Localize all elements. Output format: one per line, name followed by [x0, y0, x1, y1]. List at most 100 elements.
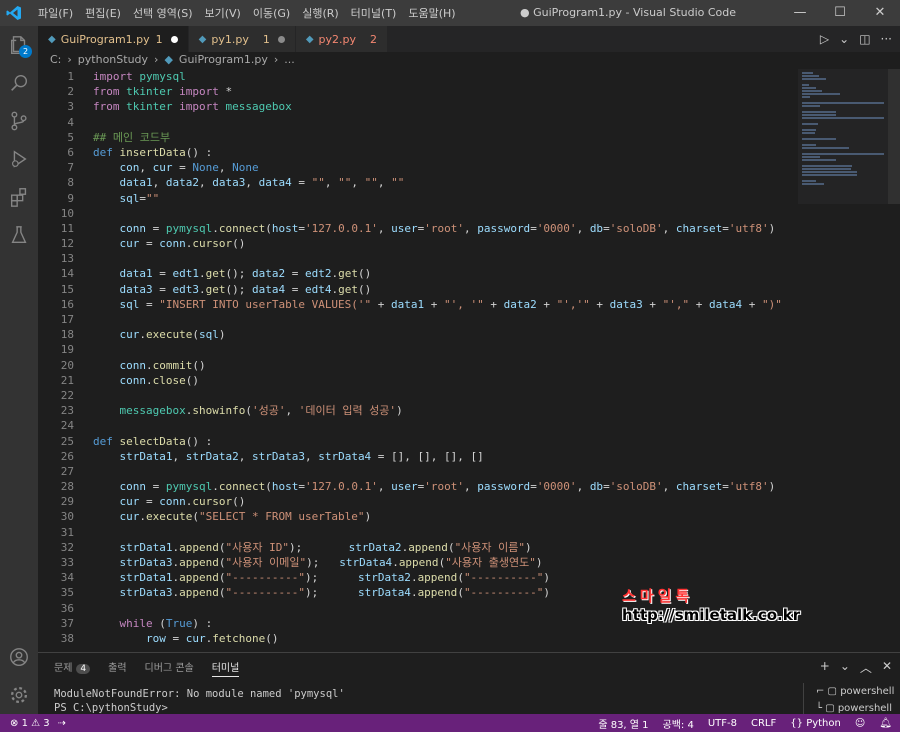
- close-panel-icon[interactable]: ✕: [882, 659, 892, 676]
- explorer-button[interactable]: 2: [0, 26, 38, 64]
- code-line[interactable]: 20 conn.commit(): [38, 358, 798, 373]
- menu-terminal[interactable]: 터미널(T): [345, 5, 403, 21]
- tab-problems[interactable]: 문제 4: [54, 659, 91, 677]
- scrollbar-thumb[interactable]: [888, 69, 900, 204]
- indentation[interactable]: 공백: 4: [663, 716, 694, 731]
- breadcrumb-symbol[interactable]: ...: [284, 53, 295, 66]
- run-icon[interactable]: ▷: [820, 32, 829, 46]
- code-line[interactable]: 15 data3 = edt3.get(); data4 = edt4.get(…: [38, 282, 798, 297]
- code-line[interactable]: 34 strData1.append("----------"); strDat…: [38, 570, 798, 585]
- breadcrumb-drive[interactable]: C:: [50, 53, 61, 66]
- code-line[interactable]: 8 data1, data2, data3, data4 = "", "", "…: [38, 175, 798, 190]
- source-control-button[interactable]: [0, 102, 38, 140]
- minimize-icon[interactable]: —: [780, 0, 820, 26]
- end-of-line[interactable]: CRLF: [751, 718, 776, 729]
- code-line[interactable]: 16 sql = "INSERT INTO userTable VALUES('…: [38, 297, 798, 312]
- split-editor-icon[interactable]: ◫: [859, 32, 870, 46]
- terminal-output[interactable]: ModuleNotFoundError: No module named 'py…: [54, 687, 345, 715]
- terminal-instance[interactable]: ⌐ ▢ powershell: [816, 683, 900, 700]
- code-line[interactable]: 32 strData1.append("사용자 ID"); strData2.a…: [38, 540, 798, 555]
- problems-status[interactable]: ⊗ 1 ⚠ 3: [10, 718, 50, 729]
- code-line[interactable]: 9 sql="": [38, 191, 798, 206]
- language-mode[interactable]: {} Python: [790, 718, 841, 729]
- code-line[interactable]: 14 data1 = edt1.get(); data2 = edt2.get(…: [38, 266, 798, 281]
- code-line[interactable]: 21 conn.close(): [38, 373, 798, 388]
- code-line[interactable]: 27: [38, 464, 798, 479]
- encoding[interactable]: UTF-8: [708, 718, 737, 729]
- tab-debug-console[interactable]: 디버그 콘솔: [145, 659, 194, 677]
- minimap-line: [802, 117, 884, 119]
- minimap-line: [802, 114, 836, 116]
- code-line[interactable]: 30 cur.execute("SELECT * FROM userTable"…: [38, 509, 798, 524]
- code-line[interactable]: 12 cur = conn.cursor(): [38, 236, 798, 251]
- live-share-icon[interactable]: ⇢: [58, 718, 66, 729]
- line-text: from tkinter import messagebox: [93, 100, 292, 114]
- line-number: 12: [60, 237, 74, 251]
- code-line[interactable]: 10: [38, 206, 798, 221]
- code-line[interactable]: 5 ## 메인 코드부: [38, 130, 798, 145]
- testing-button[interactable]: [0, 216, 38, 254]
- code-line[interactable]: 29 cur = conn.cursor(): [38, 494, 798, 509]
- code-line[interactable]: 4: [38, 115, 798, 130]
- code-line[interactable]: 18 cur.execute(sql): [38, 327, 798, 342]
- code-line[interactable]: 22: [38, 388, 798, 403]
- maximize-panel-icon[interactable]: ︿: [860, 659, 872, 676]
- code-line[interactable]: 19: [38, 342, 798, 357]
- code-line[interactable]: 23 messagebox.showinfo('성공', '데이터 입력 성공'…: [38, 403, 798, 418]
- tab-terminal[interactable]: 터미널: [211, 659, 240, 677]
- notifications-icon[interactable]: 🔔︎: [879, 718, 892, 729]
- tab-output[interactable]: 출력: [108, 659, 126, 677]
- code-line[interactable]: 1 import pymysql: [38, 69, 798, 84]
- code-line[interactable]: 17: [38, 312, 798, 327]
- unsaved-dot-icon[interactable]: [170, 35, 178, 43]
- tab-guiprogram1[interactable]: ◆ GuiProgram1.py 1: [38, 26, 189, 52]
- manage-button[interactable]: [0, 676, 38, 714]
- code-line[interactable]: 33 strData3.append("사용자 이메일"); strData4.…: [38, 555, 798, 570]
- tab-py1[interactable]: ◆ py1.py 1: [188, 26, 296, 52]
- code-editor[interactable]: 1 import pymysql 2 from tkinter import * 3 fr…: [38, 69, 798, 652]
- menu-help[interactable]: 도움말(H): [402, 5, 461, 21]
- extensions-button[interactable]: [0, 178, 38, 216]
- chevron-down-icon[interactable]: ⌄: [839, 32, 849, 46]
- breadcrumb-folder[interactable]: pythonStudy: [78, 53, 148, 66]
- code-line[interactable]: 6 def insertData() :: [38, 145, 798, 160]
- feedback-icon[interactable]: ☺: [855, 718, 865, 729]
- close-icon[interactable]: ✕: [860, 0, 900, 26]
- menu-view[interactable]: 보기(V): [198, 5, 246, 21]
- line-text: cur.execute(sql): [119, 328, 226, 342]
- code-line[interactable]: 11 conn = pymysql.connect(host='127.0.0.…: [38, 221, 798, 236]
- line-number: 38: [60, 631, 74, 645]
- menu-file[interactable]: 파일(F): [32, 5, 79, 21]
- search-button[interactable]: [0, 64, 38, 102]
- code-line[interactable]: 13: [38, 251, 798, 266]
- tab-py2[interactable]: ◆ py2.py 2: [295, 26, 389, 52]
- flask-icon: [11, 226, 27, 244]
- breadcrumb-file[interactable]: GuiProgram1.py: [179, 53, 268, 66]
- code-line[interactable]: 24: [38, 418, 798, 433]
- code-line[interactable]: 7 con, cur = None, None: [38, 160, 798, 175]
- line-text: conn.commit(): [119, 358, 206, 372]
- menu-edit[interactable]: 편집(E): [79, 5, 127, 21]
- code-line[interactable]: 2 from tkinter import *: [38, 84, 798, 99]
- minimap[interactable]: [798, 69, 888, 204]
- line-text: cur.execute("SELECT * FROM userTable"): [119, 510, 372, 524]
- new-terminal-icon[interactable]: +: [820, 659, 830, 676]
- menu-go[interactable]: 이동(G): [247, 5, 296, 21]
- code-line[interactable]: 25 def selectData() :: [38, 434, 798, 449]
- run-debug-button[interactable]: [0, 140, 38, 178]
- cursor-position[interactable]: 줄 83, 열 1: [598, 716, 648, 731]
- unsaved-dot-icon[interactable]: [277, 35, 285, 43]
- warning-count: 3: [43, 717, 50, 729]
- chevron-down-icon[interactable]: ⌄: [840, 659, 850, 676]
- more-actions-icon[interactable]: ···: [881, 32, 892, 46]
- code-line[interactable]: 3 from tkinter import messagebox: [38, 99, 798, 114]
- line-number: 35: [60, 586, 74, 600]
- code-line[interactable]: 38 row = cur.fetchone(): [38, 631, 798, 646]
- code-line[interactable]: 26 strData1, strData2, strData3, strData…: [38, 449, 798, 464]
- accounts-button[interactable]: [0, 638, 38, 676]
- menu-run[interactable]: 실행(R): [296, 5, 344, 21]
- menu-selection[interactable]: 선택 영역(S): [127, 5, 199, 21]
- code-line[interactable]: 28 conn = pymysql.connect(host='127.0.0.…: [38, 479, 798, 494]
- code-line[interactable]: 31: [38, 525, 798, 540]
- maximize-icon[interactable]: ☐: [820, 0, 860, 26]
